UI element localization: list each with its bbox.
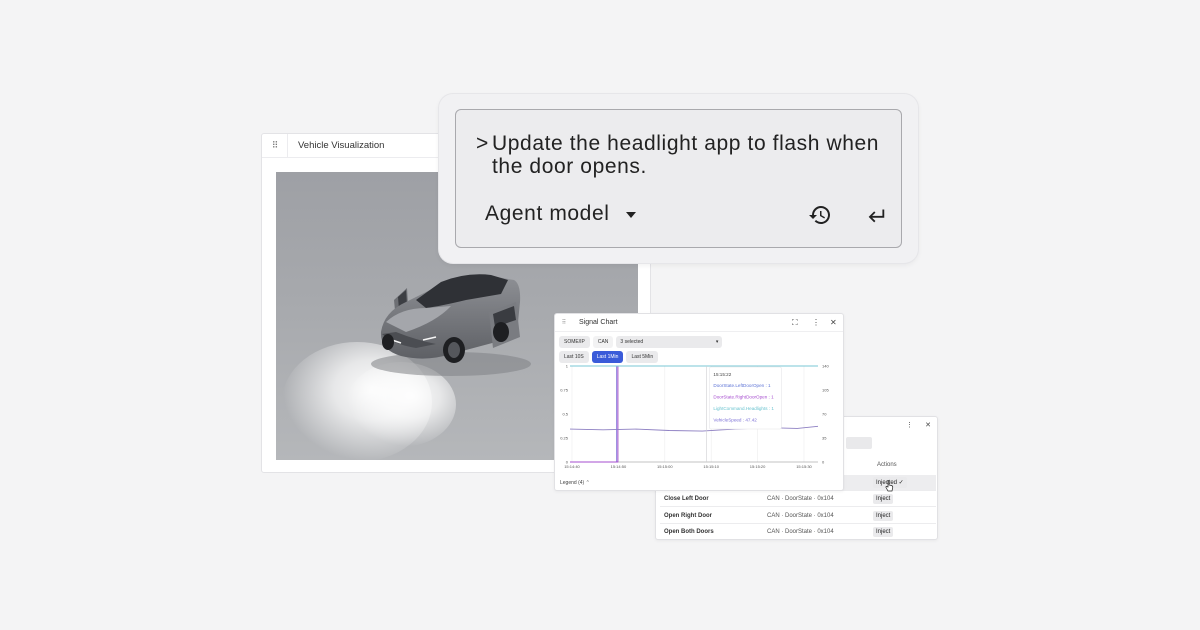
signal-select-value: 3 selected	[620, 339, 644, 345]
action-signal: CAN · DoorState · 0x104	[767, 529, 834, 535]
y-left-tick-label: 1	[566, 364, 569, 369]
y-right-tick-label: 0	[822, 460, 825, 465]
prompt-input-box[interactable]: > Update the headlight app to flash when…	[455, 109, 902, 248]
actions-column-header: Actions	[877, 462, 897, 468]
signal-select[interactable]: 3 selected ▾	[616, 336, 723, 348]
prompt-caret: >	[476, 132, 489, 155]
y-right-tick-label: 70	[822, 412, 827, 417]
range-chip-1min[interactable]: Last 1Min	[591, 351, 624, 363]
signal-line-chart[interactable]: 15:14:40 15:14:50 15:15:00 15:15:10 15:15:20…	[556, 363, 844, 475]
signal-chart-title: Signal Chart	[579, 319, 618, 326]
range-chip-10s[interactable]: Last 10S	[559, 351, 589, 363]
action-name: Close Left Door	[664, 495, 709, 502]
tooltip-row: DoorState.LeftDoorOpen : 1	[713, 383, 771, 388]
table-row[interactable]: Close Left Door CAN · DoorState · 0x104 …	[660, 491, 936, 507]
mouse-pointer-icon	[885, 480, 894, 492]
table-row[interactable]: Open Both Doors CAN · DoorState · 0x104 …	[660, 524, 936, 540]
y-right-tick-label: 140	[822, 364, 829, 369]
y-left-tick-label: 0.25	[560, 436, 569, 441]
table-row[interactable]: Open Right Door CAN · DoorState · 0x104 …	[660, 508, 936, 524]
signal-chart-panel: ⠿ Signal Chart ⛶ ⋮ ✕ SOME/IP CAN 3 selec…	[554, 313, 844, 491]
action-name: Open Right Door	[664, 512, 712, 519]
signal-chart-header: ⠿ Signal Chart ⛶ ⋮ ✕	[555, 314, 843, 332]
action-signal: CAN · DoorState · 0x104	[767, 512, 834, 519]
agent-prompt-card: > Update the headlight app to flash when…	[439, 94, 918, 263]
inject-button[interactable]: Inject	[873, 527, 894, 537]
drag-handle-icon[interactable]: ⠿	[555, 319, 573, 326]
tooltip-row: DoorState.RightDoorOpen : 1	[713, 395, 774, 400]
drag-handle-icon[interactable]: ⠿	[262, 134, 288, 157]
x-tick-label: 15:15:20	[750, 464, 766, 469]
x-tick-label: 15:15:10	[703, 464, 719, 469]
x-tick-label: 15:15:30	[796, 464, 812, 469]
action-name: Open Both Doors	[664, 529, 714, 535]
inject-button[interactable]: Inject	[873, 510, 894, 521]
inject-button[interactable]: Inject	[873, 493, 894, 504]
expand-icon[interactable]: ⛶	[792, 318, 798, 328]
range-chip-5min[interactable]: Last 5Min	[626, 351, 659, 363]
chevron-down-icon: ▾	[715, 339, 719, 345]
viz-title: Vehicle Visualization	[298, 140, 385, 151]
more-icon[interactable]: ⋮	[812, 318, 820, 328]
close-icon[interactable]: ✕	[925, 421, 931, 429]
agent-model-label: Agent model	[485, 202, 610, 225]
tooltip-row: LightCommand.Headlights : 1	[713, 406, 774, 411]
y-right-tick-label: 35	[822, 436, 827, 441]
prompt-text: Update the headlight app to flash when t…	[492, 132, 880, 178]
y-left-tick-label: 0.5	[562, 412, 568, 417]
history-icon[interactable]	[808, 203, 832, 227]
legend-toggle[interactable]: Legend (4) ⌃	[560, 480, 590, 486]
y-right-tick-label: 105	[822, 388, 829, 393]
protocol-chip-someip[interactable]: SOME/IP	[559, 336, 590, 348]
filter-input[interactable]	[846, 437, 872, 449]
close-icon[interactable]: ✕	[830, 318, 837, 328]
x-tick-label: 15:15:00	[657, 464, 673, 469]
action-signal: CAN · DoorState · 0x104	[767, 495, 834, 502]
tooltip-row: VehicleSpeed : 47.42	[713, 418, 757, 423]
protocol-chip-can[interactable]: CAN	[592, 336, 614, 348]
x-tick-label: 15:14:50	[611, 464, 627, 469]
prompt-input[interactable]: > Update the headlight app to flash when…	[476, 132, 886, 178]
agent-model-dropdown[interactable]: Agent model	[485, 202, 636, 226]
enter-icon[interactable]	[865, 203, 887, 227]
more-icon[interactable]: ⋮	[906, 421, 913, 429]
chevron-down-icon	[625, 212, 636, 218]
y-left-tick-label: 0.75	[560, 388, 569, 393]
tooltip-time: 15:15:22	[713, 372, 731, 377]
x-tick-label: 15:14:40	[564, 464, 580, 469]
